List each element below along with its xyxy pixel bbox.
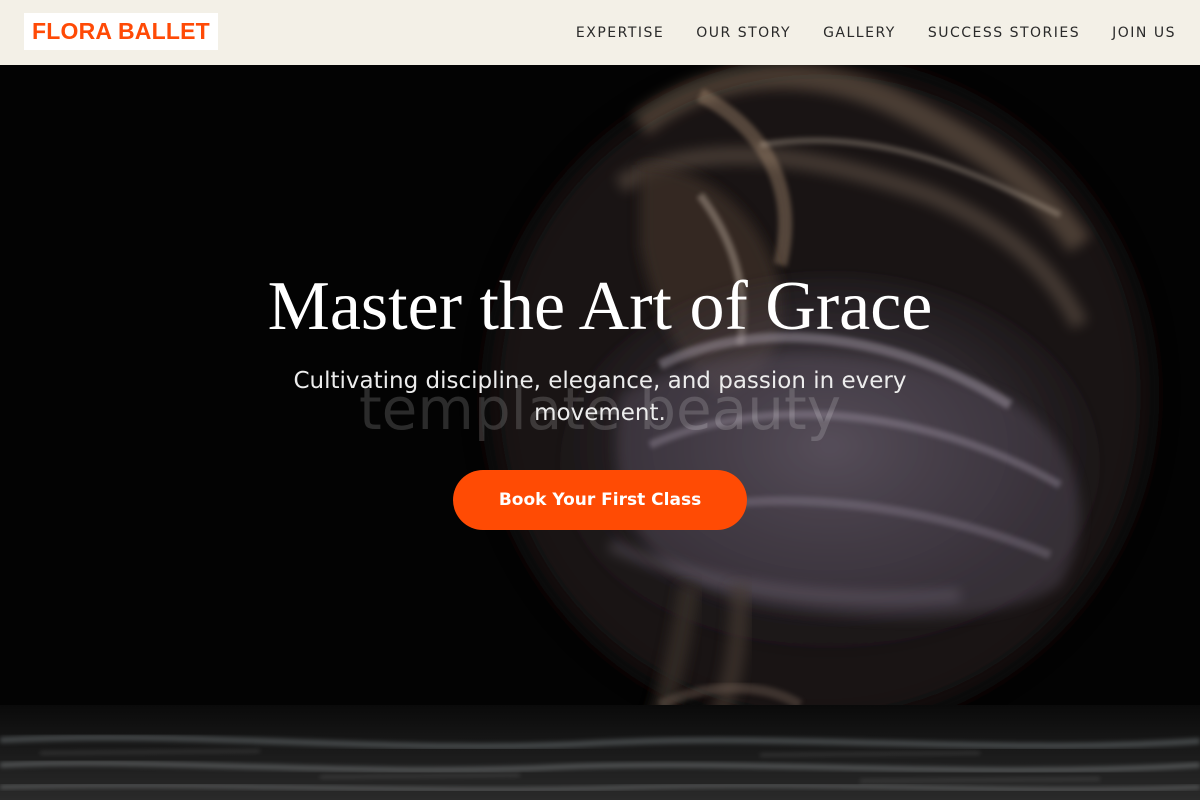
book-first-class-button[interactable]: Book Your First Class: [453, 470, 747, 530]
hero-content: Master the Art of Grace Cultivating disc…: [0, 65, 1200, 800]
nav-item-our-story[interactable]: OUR STORY: [696, 25, 791, 41]
hero-title: Master the Art of Grace: [267, 268, 933, 345]
main-nav: EXPERTISE OUR STORY GALLERY SUCCESS STOR…: [576, 0, 1176, 65]
brand-logo[interactable]: FLORA BALLET: [24, 13, 218, 50]
navbar: FLORA BALLET EXPERTISE OUR STORY GALLERY…: [0, 0, 1200, 65]
nav-item-success-stories[interactable]: SUCCESS STORIES: [928, 25, 1080, 41]
nav-item-expertise[interactable]: EXPERTISE: [576, 25, 664, 41]
hero-section: template beauty Master the Art of Grace …: [0, 65, 1200, 800]
nav-item-gallery[interactable]: GALLERY: [823, 25, 896, 41]
hero-subtitle: Cultivating discipline, elegance, and pa…: [293, 368, 907, 426]
nav-item-join-us[interactable]: JOIN US: [1112, 25, 1176, 41]
